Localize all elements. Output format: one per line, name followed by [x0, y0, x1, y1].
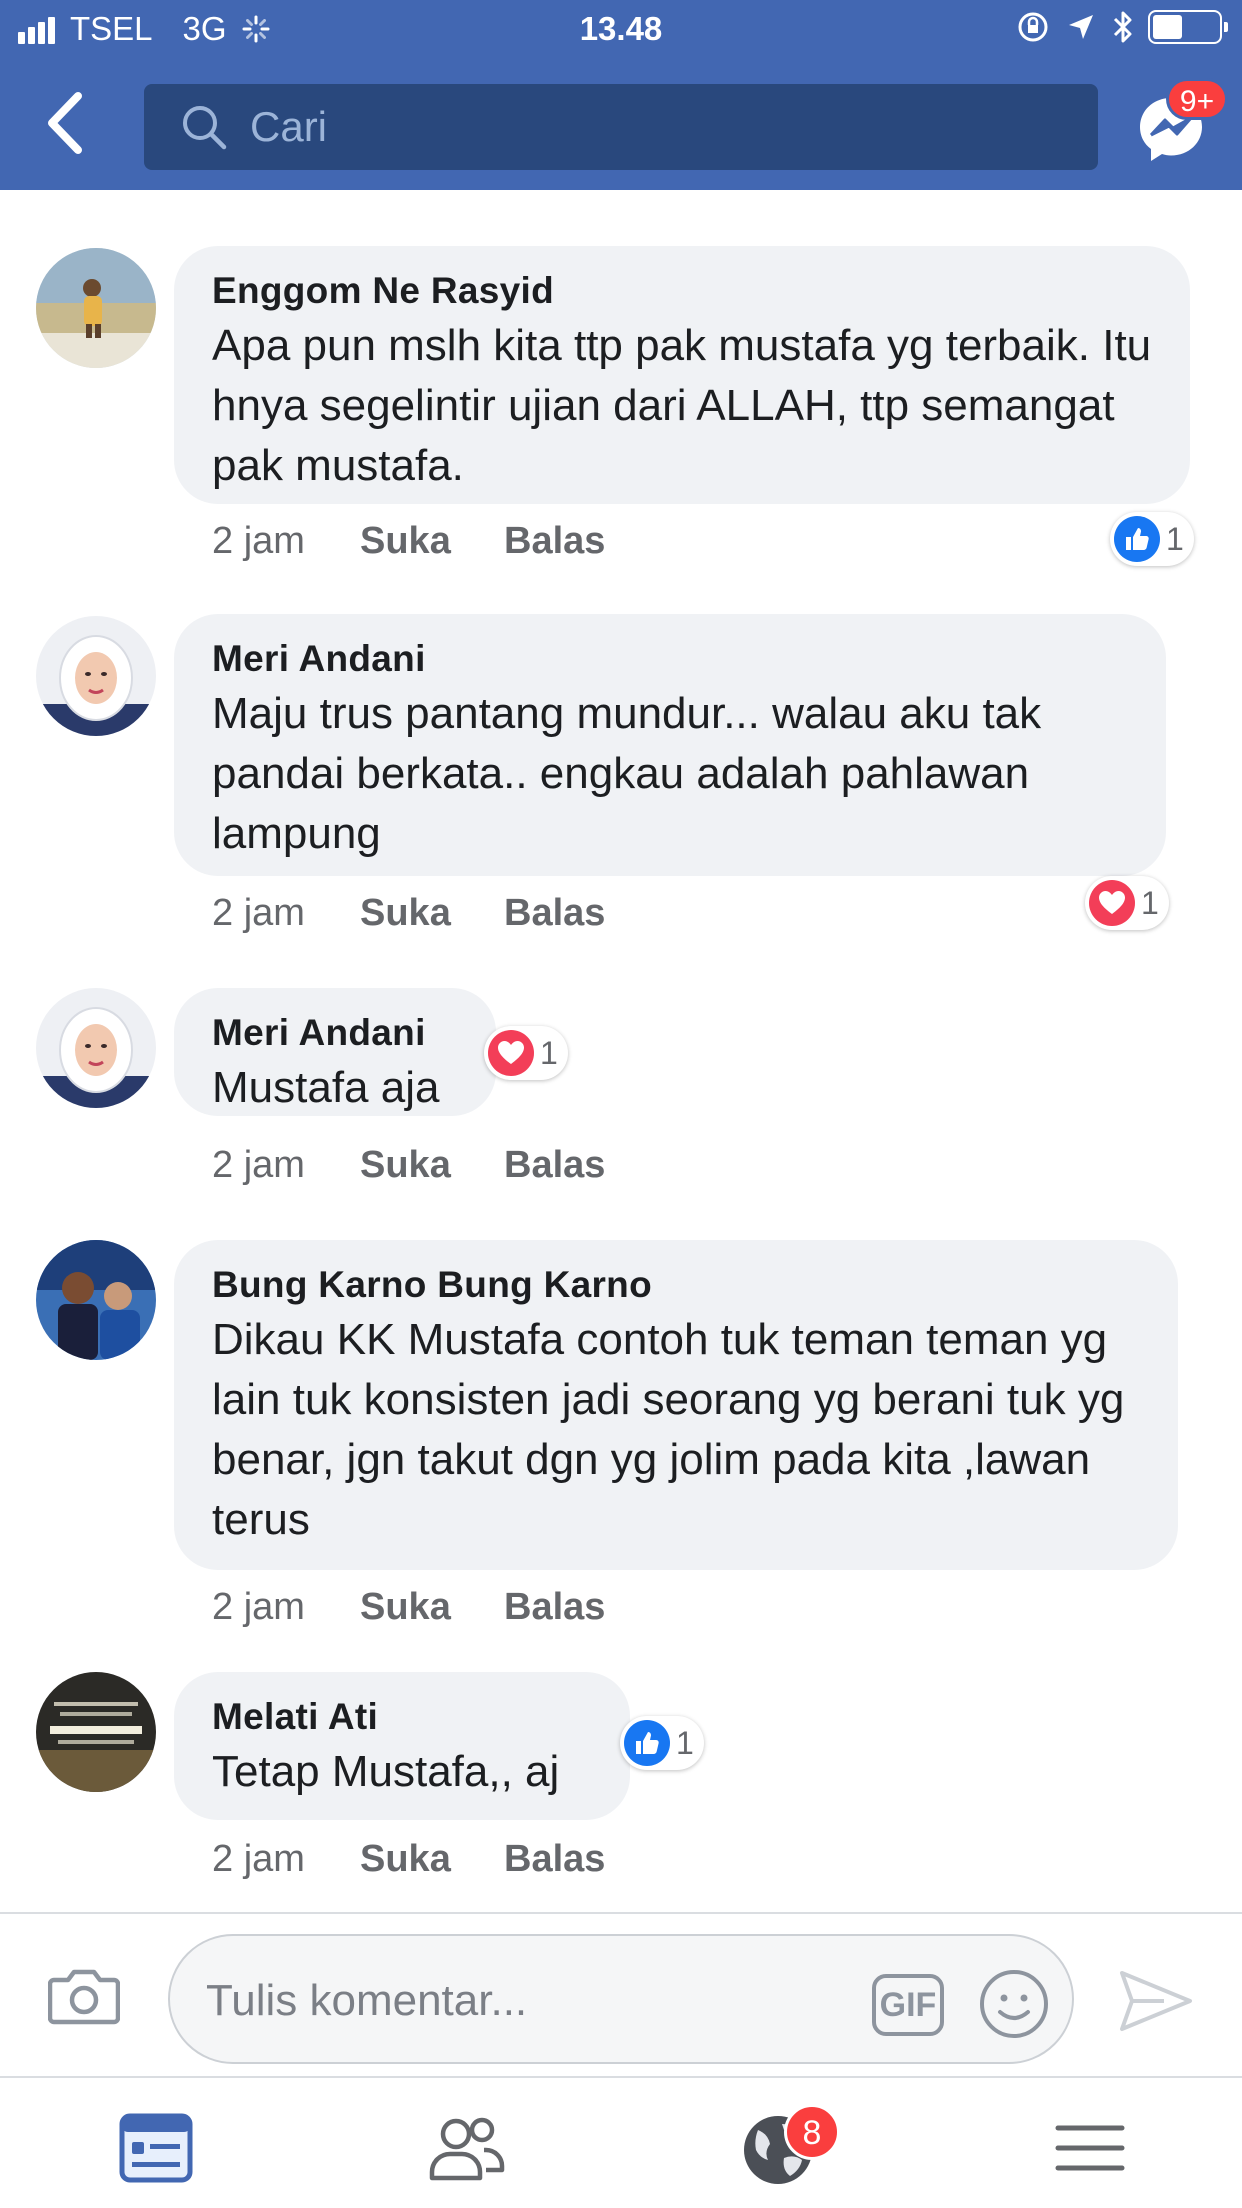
comment-actions: 2 jam Suka Balas: [212, 892, 605, 935]
news-feed-icon: [119, 2113, 193, 2183]
reply-button[interactable]: Balas: [504, 1838, 605, 1881]
comment-author[interactable]: Bung Karno Bung Karno: [212, 1262, 1140, 1308]
reply-button[interactable]: Balas: [504, 1586, 605, 1629]
like-button[interactable]: Suka: [360, 1586, 504, 1629]
comment-actions: 2 jam Suka Balas: [212, 1586, 605, 1629]
comment-bubble[interactable]: Enggom Ne Rasyid Apa pun mslh kita ttp p…: [174, 246, 1190, 504]
comment-time[interactable]: 2 jam: [212, 892, 360, 935]
back-icon: [48, 92, 82, 154]
love-icon: [1089, 880, 1135, 926]
comment-author[interactable]: Melati Ati: [212, 1694, 592, 1740]
comment-actions: 2 jam Suka Balas: [212, 1144, 605, 1187]
back-button[interactable]: [40, 88, 110, 168]
comment-time[interactable]: 2 jam: [212, 1838, 360, 1881]
battery-icon: [1148, 10, 1228, 44]
comment-text: Maju trus pantang mundur... walau aku ta…: [212, 689, 1042, 858]
camera-icon: [47, 1969, 121, 2025]
reaction-count: 1: [540, 1034, 558, 1071]
reaction-summary[interactable]: 1: [620, 1716, 704, 1770]
like-icon: [624, 1720, 670, 1766]
like-button[interactable]: Suka: [360, 892, 504, 935]
comment-bubble[interactable]: Bung Karno Bung Karno Dikau KK Mustafa c…: [174, 1240, 1178, 1570]
friends-icon: [429, 2117, 505, 2181]
avatar[interactable]: [36, 1240, 156, 1360]
comment-text: Dikau KK Mustafa contoh tuk teman teman …: [212, 1315, 1125, 1544]
search-icon: [180, 103, 228, 151]
bluetooth-icon: [1113, 11, 1132, 43]
comment-actions: 2 jam Suka Balas: [212, 520, 605, 563]
send-button[interactable]: [1118, 1968, 1194, 2039]
bottom-tab-bar: 8: [0, 2076, 1242, 2208]
reply-button[interactable]: Balas: [504, 1144, 605, 1187]
menu-icon: [1055, 2125, 1125, 2171]
reaction-summary[interactable]: 1: [1110, 512, 1194, 566]
comment-time[interactable]: 2 jam: [212, 1586, 360, 1629]
avatar[interactable]: [36, 616, 156, 736]
comment-input-box[interactable]: GIF: [168, 1934, 1074, 2064]
tab-news-feed[interactable]: [116, 2108, 196, 2188]
comment-author[interactable]: Enggom Ne Rasyid: [212, 268, 1152, 314]
avatar[interactable]: [36, 248, 156, 368]
avatar[interactable]: [36, 1672, 156, 1792]
comment-text: Mustafa aja: [212, 1063, 440, 1112]
reply-button[interactable]: Balas: [504, 520, 605, 563]
location-icon: [1069, 15, 1093, 39]
comment-input[interactable]: [206, 1976, 826, 2026]
comment-author[interactable]: Meri Andani: [212, 636, 1128, 682]
reaction-count: 1: [1166, 520, 1184, 557]
tab-friends[interactable]: [426, 2108, 506, 2188]
search-input[interactable]: [250, 103, 1050, 151]
comment-bubble[interactable]: Melati Ati Tetap Mustafa,, aj: [174, 1672, 630, 1820]
comment-bubble[interactable]: Meri Andani Mustafa aja: [174, 988, 496, 1116]
top-header: TSEL 3G 13.48 Cari 9+: [0, 0, 1242, 190]
like-button[interactable]: Suka: [360, 1144, 504, 1187]
emoji-button[interactable]: [978, 1968, 1050, 2045]
tab-menu[interactable]: [1050, 2108, 1130, 2188]
comment-actions: 2 jam Suka Balas: [212, 1838, 605, 1881]
avatar[interactable]: [36, 988, 156, 1108]
like-button[interactable]: Suka: [360, 1838, 504, 1881]
comment-text: Tetap Mustafa,, aj: [212, 1747, 560, 1796]
like-icon: [1114, 516, 1160, 562]
send-icon: [1120, 1971, 1192, 2031]
comment-composer: GIF: [0, 1912, 1242, 2076]
reaction-count: 1: [676, 1724, 694, 1761]
lock-rotation-icon: [1018, 12, 1048, 42]
search-bar[interactable]: [144, 84, 1098, 170]
comment-time[interactable]: 2 jam: [212, 520, 360, 563]
reaction-count: 1: [1141, 884, 1159, 921]
comment-time[interactable]: 2 jam: [212, 1144, 360, 1187]
reply-button[interactable]: Balas: [504, 892, 605, 935]
emoji-icon: [980, 1970, 1048, 2038]
like-button[interactable]: Suka: [360, 520, 504, 563]
status-bar: TSEL 3G 13.48: [0, 0, 1242, 62]
reaction-summary[interactable]: 1: [1085, 876, 1169, 930]
camera-button[interactable]: [47, 1966, 121, 2031]
comment-author[interactable]: Meri Andani: [212, 1010, 458, 1056]
comment-bubble[interactable]: Meri Andani Maju trus pantang mundur... …: [174, 614, 1166, 876]
comments-list: Enggom Ne Rasyid Apa pun mslh kita ttp p…: [0, 190, 1242, 1912]
gif-button[interactable]: GIF: [872, 1974, 944, 2036]
messenger-badge: 9+: [1166, 78, 1228, 120]
comment-text: Apa pun mslh kita ttp pak mustafa yg ter…: [212, 321, 1152, 490]
reaction-summary[interactable]: 1: [484, 1026, 568, 1080]
love-icon: [488, 1030, 534, 1076]
notifications-badge: 8: [784, 2104, 840, 2160]
